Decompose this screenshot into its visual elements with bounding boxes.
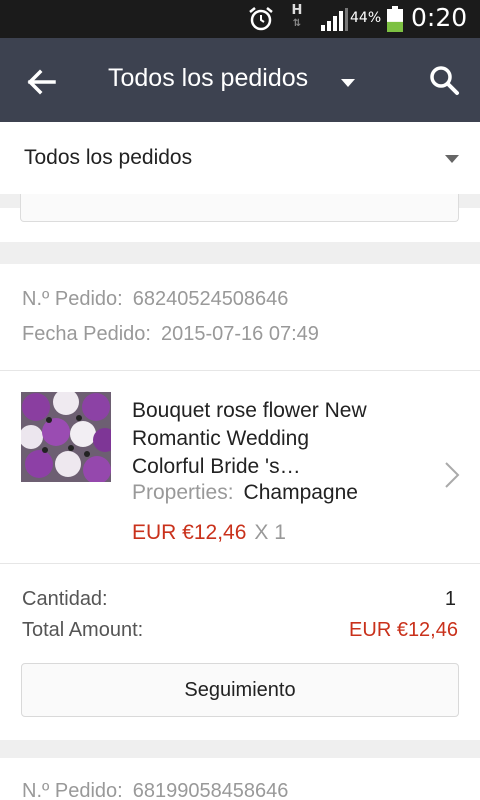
product-row[interactable]: Bouquet rose flower New Romantic Wedding… [0,371,480,563]
status-bar: H ⇅ 44% 0:20 [0,0,480,38]
product-thumbnail [21,392,111,482]
price-value: EUR €12,46 [132,521,247,544]
order-date: Fecha Pedido: 2015-07-16 07:49 [22,323,319,346]
chevron-right-icon [445,462,460,488]
order-number-value: 68199058458646 [132,780,289,800]
product-price: EUR €12,46 X 1 [132,521,286,545]
alarm-icon [249,7,273,31]
order-card: N.º Pedido: 68240524508646 Fecha Pedido: 2… [0,264,480,740]
signal-icon [321,8,348,31]
summary-quantity-value: 1 [444,588,456,610]
summary-total-label: Total Amount: [22,619,144,641]
properties-label: Properties: [132,481,234,504]
order-number-label: N.º Pedido: [22,288,123,310]
order-date-value: 2015-07-16 07:49 [160,323,319,345]
product-properties: Properties: Champagne [132,481,358,505]
order-filter-dropdown[interactable]: Todos los pedidos [0,122,480,194]
previous-tracking-button[interactable] [20,194,459,222]
summary-total-value: EUR €12,46 [349,619,458,641]
page-title[interactable]: Todos los pedidos [108,64,308,93]
app-bar: Todos los pedidos [0,38,480,122]
battery-percent: 44% [350,10,382,26]
search-icon[interactable] [428,64,460,96]
back-arrow-icon[interactable] [22,62,62,102]
summary-quantity-label: Cantidad: [22,588,108,610]
chevron-down-icon [445,155,459,163]
network-type-indicator: H ⇅ [291,3,303,29]
filter-selected-label: Todos los pedidos [24,146,193,169]
order-number: N.º Pedido: 68240524508646 [22,288,288,311]
order-number-label: N.º Pedido: [22,780,123,800]
battery-icon [387,6,403,32]
divider [0,563,480,564]
dropdown-caret-icon[interactable] [340,78,356,88]
tracking-button[interactable]: Seguimiento [21,663,459,717]
quantity-value: X 1 [254,521,286,544]
clock: 0:20 [411,3,468,32]
properties-value: Champagne [243,481,358,504]
product-title: Bouquet rose flower New Romantic Wedding… [132,399,367,478]
order-number-value: 68240524508646 [132,288,289,310]
order-date-label: Fecha Pedido: [22,323,151,345]
next-order-card[interactable]: N.º Pedido: 68199058458646 [0,758,480,800]
order-number: N.º Pedido: 68199058458646 [22,780,288,800]
previous-order-card [0,194,480,242]
